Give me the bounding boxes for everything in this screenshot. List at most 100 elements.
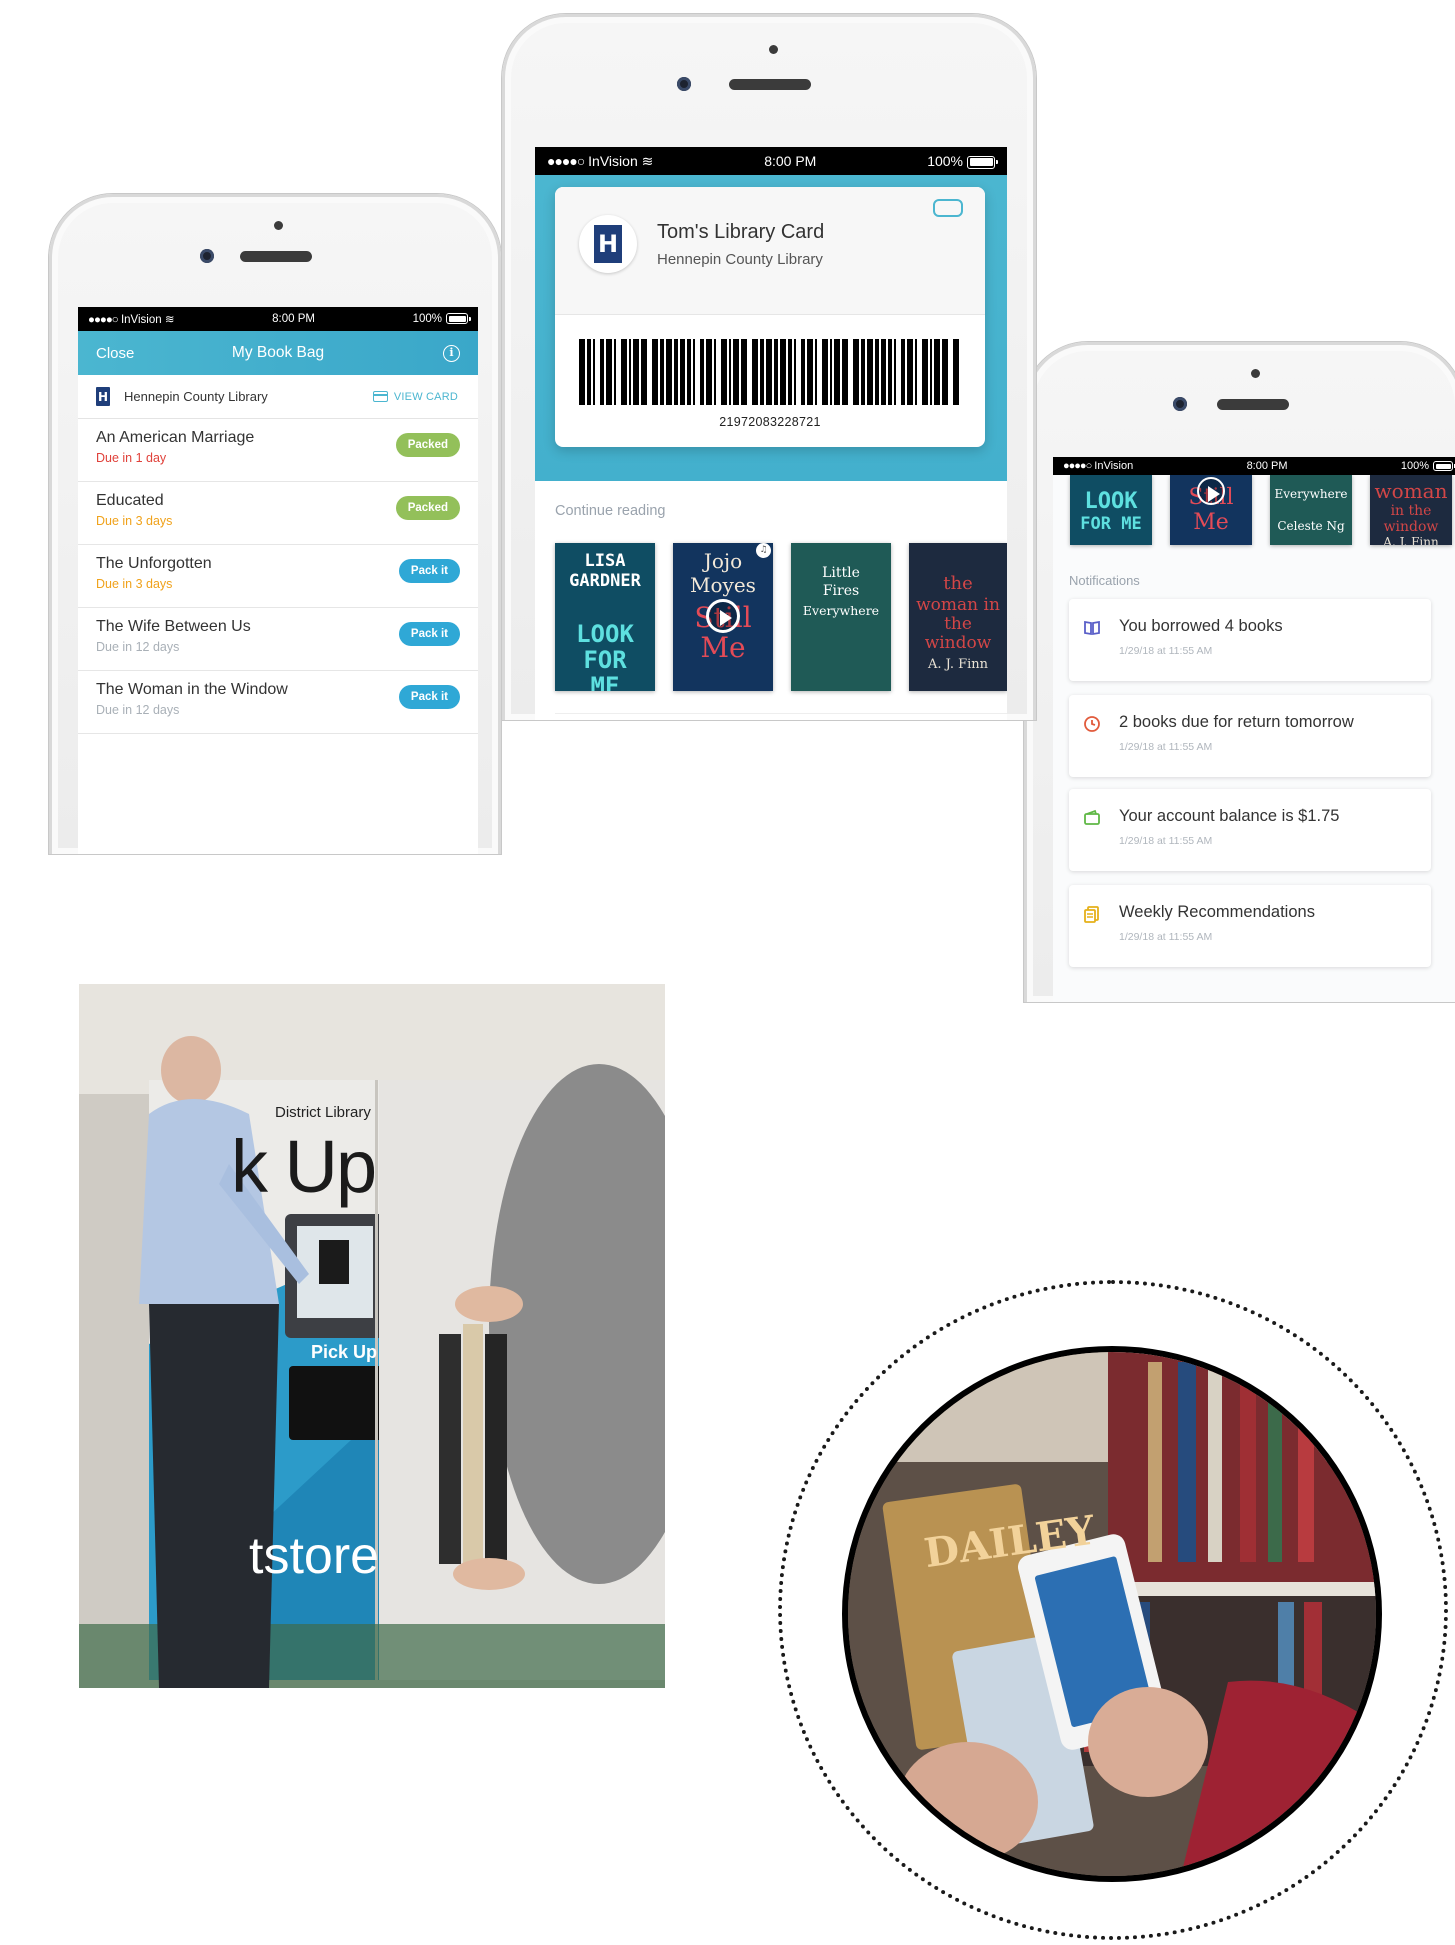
- barcode-bar: [651, 339, 658, 405]
- book-cover[interactable]: Little Fires Everywhere: [791, 543, 891, 691]
- notification-card[interactable]: Your account balance is $1.75 1/29/18 at…: [1069, 789, 1431, 871]
- front-camera-dot: [1251, 369, 1260, 378]
- card-title: Tom's Library Card: [657, 221, 825, 243]
- barcode-bar: [922, 339, 929, 405]
- front-camera: [1173, 397, 1187, 411]
- barcode-bar: [780, 339, 786, 405]
- info-icon[interactable]: i: [443, 344, 460, 362]
- barcode-bar: [915, 339, 918, 405]
- battery-icon: [446, 313, 471, 325]
- list-item[interactable]: The Wife Between Us Due in 12 days Pack …: [78, 608, 478, 671]
- book-cover[interactable]: LOOK FOR ME: [1070, 475, 1152, 545]
- barcode-bar: [766, 339, 773, 405]
- library-card[interactable]: H Tom's Library Card Hennepin County Lib…: [555, 187, 985, 447]
- carrier: InVision: [588, 152, 638, 169]
- barcode-bar: [752, 339, 759, 405]
- pack-it-button[interactable]: Pack it: [398, 685, 460, 709]
- barcode-bar: [852, 339, 859, 405]
- stack-icon: [1084, 906, 1099, 923]
- status-bar: ●●●●○ InVision 8:00 PM 100%: [1053, 457, 1455, 475]
- clock-icon: [1084, 716, 1100, 732]
- barcode-bar: [733, 339, 740, 405]
- barcode-bar: [613, 339, 616, 405]
- earpiece-speaker: [240, 251, 312, 262]
- barcode-bar: [829, 339, 832, 405]
- packed-button[interactable]: Packed: [395, 496, 460, 520]
- notifications-screen: ●●●●○ InVision 8:00 PM 100% LOOK FOR ME …: [1053, 457, 1455, 1002]
- view-card-button[interactable]: VIEW CARD: [372, 391, 458, 403]
- pack-it-button[interactable]: Pack it: [398, 559, 460, 583]
- notification-card[interactable]: Weekly Recommendations 1/29/18 at 11:55 …: [1069, 885, 1431, 967]
- pick-up-sign: k Up: [231, 1125, 377, 1208]
- library-header: H Hennepin County Library VIEW CARD: [78, 375, 478, 419]
- book-cover[interactable]: the woman in the window A. J. Finn: [909, 543, 1007, 691]
- play-icon[interactable]: [706, 599, 740, 633]
- carrier: InVision: [120, 314, 162, 326]
- book-cover[interactable]: woman in the window A. J. Finn: [1370, 475, 1452, 545]
- card-icon: [372, 391, 388, 402]
- wallet-icon: [1084, 809, 1100, 825]
- library-sign-text: District Library: [275, 1104, 371, 1121]
- phone-notifications: ●●●●○ InVision 8:00 PM 100% LOOK FOR ME …: [1024, 342, 1455, 1002]
- close-button[interactable]: Close: [96, 345, 134, 362]
- library-logo-icon: H: [96, 387, 110, 406]
- status-bar: ●●●●○ InVision ≋ 8:00 PM 100%: [535, 147, 1007, 175]
- barcode-bar: [774, 339, 778, 405]
- nav-bar: Close My Book Bag i: [78, 331, 478, 375]
- library-name: Hennepin County Library: [124, 389, 268, 404]
- clock: 8:00 PM: [764, 153, 817, 169]
- barcode-bar: [874, 339, 879, 405]
- signal-icon: ●●●●○: [1063, 460, 1092, 472]
- list-item[interactable]: The Unforgotten Due in 3 days Pack it: [78, 545, 478, 608]
- notification-text: You borrowed 4 books: [1119, 617, 1283, 635]
- barcode-bar: [721, 339, 728, 405]
- barcode-bar: [579, 339, 585, 405]
- barcode-bar: [841, 339, 848, 405]
- barcode-bar: [866, 339, 873, 405]
- barcode-bar: [592, 339, 595, 405]
- notification-card[interactable]: You borrowed 4 books 1/29/18 at 11:55 AM: [1069, 599, 1431, 681]
- kiosk-photo: District Library k Up Pick Up tstore: [79, 984, 665, 1688]
- front-camera-dot: [769, 45, 778, 54]
- barcode-bar: [880, 339, 887, 405]
- barcode-bar: [942, 339, 949, 405]
- barcode-bar: [659, 339, 664, 405]
- packed-button[interactable]: Packed: [395, 433, 460, 457]
- barcode-bar: [640, 339, 647, 405]
- barcode-bar: [760, 339, 765, 405]
- library-card-screen: ●●●●○ InVision ≋ 8:00 PM 100% H Tom's Li…: [535, 147, 1007, 720]
- card-library-name: Hennepin County Library: [657, 251, 823, 268]
- library-app-photo: DAILEY: [842, 1346, 1382, 1882]
- barcode-number: 21972083228721: [719, 415, 821, 429]
- book-cover[interactable]: Still Me: [1170, 475, 1252, 545]
- notification-card[interactable]: 2 books due for return tomorrow 1/29/18 …: [1069, 695, 1431, 777]
- book-cover[interactable]: Everywhere Celeste Ng: [1270, 475, 1352, 545]
- barcode-bar: [806, 339, 813, 405]
- list-item[interactable]: The Woman in the Window Due in 12 days P…: [78, 671, 478, 734]
- signal-icon: ●●●●○: [88, 314, 119, 326]
- switch-card-icon[interactable]: [933, 199, 963, 217]
- book-bag-screen: ●●●●○ InVision ≋ 8:00 PM 100% Close My B…: [78, 307, 478, 854]
- barcode-bar: [894, 339, 897, 405]
- book-cover[interactable]: LISA GARDNER LOOK FOR ME: [555, 543, 655, 691]
- barcode-bar: [833, 339, 840, 405]
- battery-percent: 100%: [412, 313, 442, 325]
- list-item[interactable]: Educated Due in 3 days Packed: [78, 482, 478, 545]
- barcode-bar: [888, 339, 893, 405]
- battery-icon: [1433, 461, 1455, 472]
- continue-reading-label: Continue reading: [555, 503, 666, 519]
- status-bar: ●●●●○ InVision ≋ 8:00 PM 100%: [78, 307, 478, 331]
- pack-it-button[interactable]: Pack it: [398, 622, 460, 646]
- book-cover[interactable]: Jojo Moyes Still Me ♫: [673, 543, 773, 691]
- battery-percent: 100%: [1400, 460, 1429, 472]
- list-item[interactable]: An American Marriage Due in 1 day Packed: [78, 419, 478, 482]
- barcode-bar: [706, 339, 713, 405]
- front-camera: [677, 77, 691, 91]
- divider: [555, 713, 1007, 714]
- battery-percent: 100%: [927, 153, 963, 169]
- kiosk-screen-label: Pick Up: [311, 1342, 378, 1362]
- front-camera-dot: [274, 221, 283, 230]
- notification-timestamp: 1/29/18 at 11:55 AM: [1119, 741, 1213, 753]
- barcode-bar: [586, 339, 591, 405]
- barcode-bar: [628, 339, 631, 405]
